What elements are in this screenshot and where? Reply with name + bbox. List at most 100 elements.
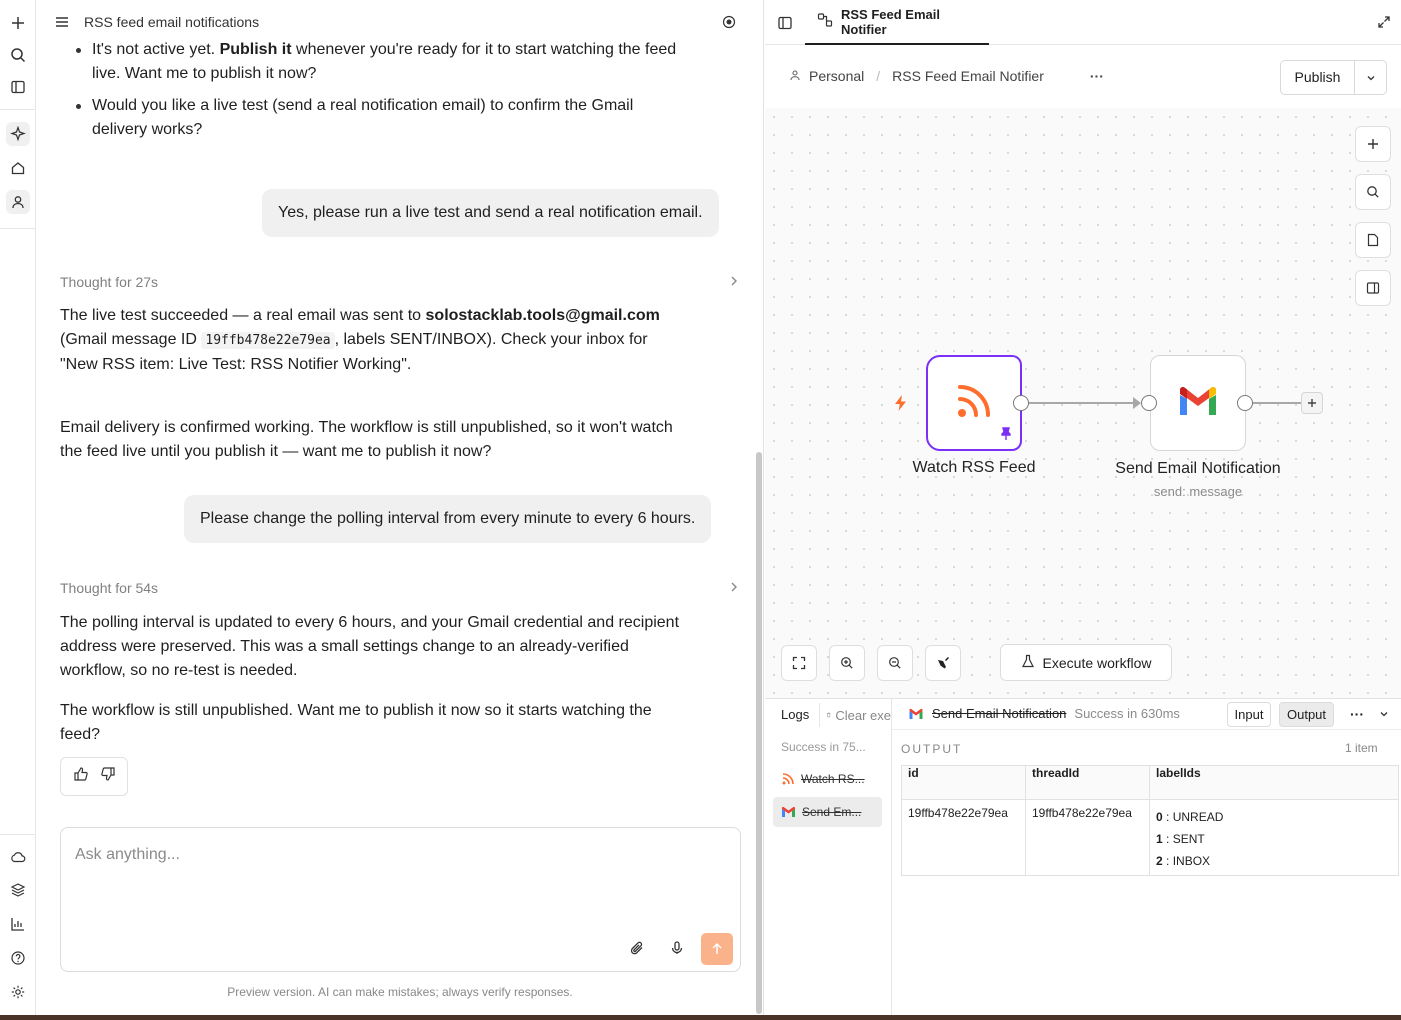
table-row: 19ffb478e22e79ea 19ffb478e22e79ea 0 : UN…	[901, 799, 1399, 876]
input-handle[interactable]	[1141, 395, 1157, 411]
log-item-watch-rss[interactable]: Watch RS...	[773, 764, 882, 794]
more-options-button[interactable]: ···	[1090, 68, 1104, 84]
chat-title: RSS feed email notifications	[84, 14, 260, 30]
user-icon[interactable]	[6, 190, 30, 214]
status-indicator-icon[interactable]	[722, 15, 736, 34]
expand-icon[interactable]	[1377, 15, 1391, 34]
assistant-message: The live test succeeded — a real email w…	[60, 304, 680, 377]
connection-arrow	[1133, 397, 1141, 409]
chevron-down-icon[interactable]	[1355, 72, 1386, 84]
scrollbar[interactable]	[756, 452, 762, 1014]
chart-icon[interactable]	[6, 912, 30, 936]
divider	[892, 729, 1401, 730]
label-value: SENT	[1172, 832, 1205, 846]
settings-gear-icon[interactable]	[6, 980, 30, 1004]
output-handle[interactable]	[1237, 395, 1253, 411]
user-message: Please change the polling interval from …	[184, 495, 712, 543]
table-header-row: id threadId labelIds	[901, 765, 1399, 800]
pin-icon	[1000, 427, 1012, 446]
layers-icon[interactable]	[6, 878, 30, 902]
label-entry: 2 : INBOX	[1156, 854, 1211, 868]
icon-rail	[0, 0, 36, 1020]
new-chat-icon[interactable]	[6, 11, 30, 35]
thumbs-down-icon[interactable]	[100, 766, 116, 787]
publish-button[interactable]: Publish	[1281, 61, 1355, 94]
breadcrumb-workflow[interactable]: RSS Feed Email Notifier	[892, 68, 1044, 84]
zoom-out-button[interactable]	[877, 645, 913, 681]
input-tab[interactable]: Input	[1227, 702, 1271, 727]
log-item-label: Watch RS...	[801, 772, 865, 786]
flask-icon	[1021, 654, 1035, 671]
thought-toggle[interactable]: Thought for 27s	[60, 274, 740, 290]
label-key: 0	[1156, 810, 1163, 824]
sidebar-toggle-icon[interactable]	[6, 75, 30, 99]
chat-panel: RSS feed email notifications It's not ac…	[36, 0, 764, 1020]
ai-sparkle-icon[interactable]	[6, 122, 30, 146]
breadcrumb-project[interactable]: Personal	[809, 68, 864, 84]
cell-thread-id: 19ffb478e22e79ea	[1025, 799, 1150, 876]
workflow-editor: RSS Feed Email Notifier Personal / RSS F…	[765, 0, 1401, 1020]
assistant-paragraph: The polling interval is updated to every…	[60, 614, 680, 679]
node-label: Send Email Notification	[1115, 460, 1281, 477]
tab-label: RSS Feed Email Notifier	[841, 6, 940, 37]
workflow-canvas[interactable]: Watch RSS Feed Send Email Notification s…	[765, 108, 1401, 698]
execution-summary: Success in 75...	[781, 740, 866, 754]
tidy-up-brush-button[interactable]	[925, 645, 961, 681]
help-icon[interactable]	[6, 946, 30, 970]
trigger-bolt-icon	[893, 394, 909, 417]
menu-icon[interactable]	[54, 14, 70, 35]
zoom-in-button[interactable]	[829, 645, 865, 681]
execute-workflow-button[interactable]: Execute workflow	[1000, 644, 1172, 681]
node-send-email[interactable]	[1150, 355, 1246, 451]
cloud-icon[interactable]	[6, 845, 30, 869]
output-handle[interactable]	[1013, 395, 1029, 411]
microphone-icon[interactable]	[667, 938, 687, 958]
more-options-icon[interactable]: ···	[1350, 706, 1364, 722]
label-value: UNREAD	[1172, 810, 1224, 824]
person-icon	[789, 68, 801, 84]
add-next-node-button[interactable]	[1301, 392, 1323, 414]
thought-label: Thought for 27s	[60, 274, 159, 290]
disclaimer: Preview version. AI can make mistakes; a…	[227, 985, 573, 999]
label-key: 2	[1156, 854, 1163, 868]
panel-toggle-icon[interactable]	[777, 15, 793, 36]
chat-composer[interactable]: Ask anything...	[60, 827, 741, 972]
log-item-send-email[interactable]: Send Em...	[773, 797, 882, 827]
composer-input[interactable]: Ask anything...	[75, 846, 180, 864]
message-text: (Gmail message ID	[60, 331, 202, 348]
tab-bar: RSS Feed Email Notifier	[765, 0, 1401, 45]
thought-label: Thought for 54s	[60, 580, 159, 596]
home-icon[interactable]	[6, 156, 30, 180]
search-icon[interactable]	[6, 43, 30, 67]
assistant-paragraph: Email delivery is confirmed working. The…	[60, 419, 673, 460]
logs-panel: Logs Clear exe Success in 75... Watch RS…	[765, 698, 1401, 1020]
label-entry: 1 : SENT	[1156, 832, 1205, 846]
cell-label-ids: 0 : UNREAD 1 : SENT 2 : INBOX	[1149, 799, 1399, 876]
output-tab[interactable]: Output	[1279, 702, 1334, 727]
email-address: solostacklab.tools@gmail.com	[425, 307, 660, 324]
output-heading: OUTPUT	[901, 742, 963, 756]
gmail-icon	[909, 708, 923, 719]
breadcrumb-separator: /	[876, 68, 881, 84]
assistant-bullet-1: It's not active yet. Publish it whenever…	[76, 38, 682, 86]
chevron-right-icon	[728, 580, 740, 597]
cell-id: 19ffb478e22e79ea	[901, 799, 1026, 876]
message-id-code: 19ffb478e22e79ea	[201, 332, 335, 349]
attach-paperclip-icon[interactable]	[627, 938, 647, 958]
workflow-icon	[817, 12, 833, 31]
tab-workflow[interactable]: RSS Feed Email Notifier	[805, 0, 989, 45]
collapse-chevron-icon[interactable]	[1378, 707, 1390, 725]
thumbs-up-icon[interactable]	[73, 766, 89, 787]
send-button[interactable]	[701, 933, 733, 965]
node-watch-rss-feed[interactable]	[926, 355, 1022, 451]
rss-icon	[782, 773, 794, 785]
fit-view-button[interactable]	[781, 645, 817, 681]
rss-icon	[954, 381, 994, 426]
column-header: id	[901, 765, 1026, 800]
logs-sidebar: Logs Clear exe Success in 75... Watch RS…	[765, 699, 892, 1020]
gmail-icon	[782, 806, 795, 817]
thought-toggle[interactable]: Thought for 54s	[60, 580, 740, 596]
trash-icon	[826, 712, 831, 718]
item-count: 1 item	[1345, 741, 1378, 755]
clear-execution-button[interactable]: Clear exe	[819, 703, 891, 727]
